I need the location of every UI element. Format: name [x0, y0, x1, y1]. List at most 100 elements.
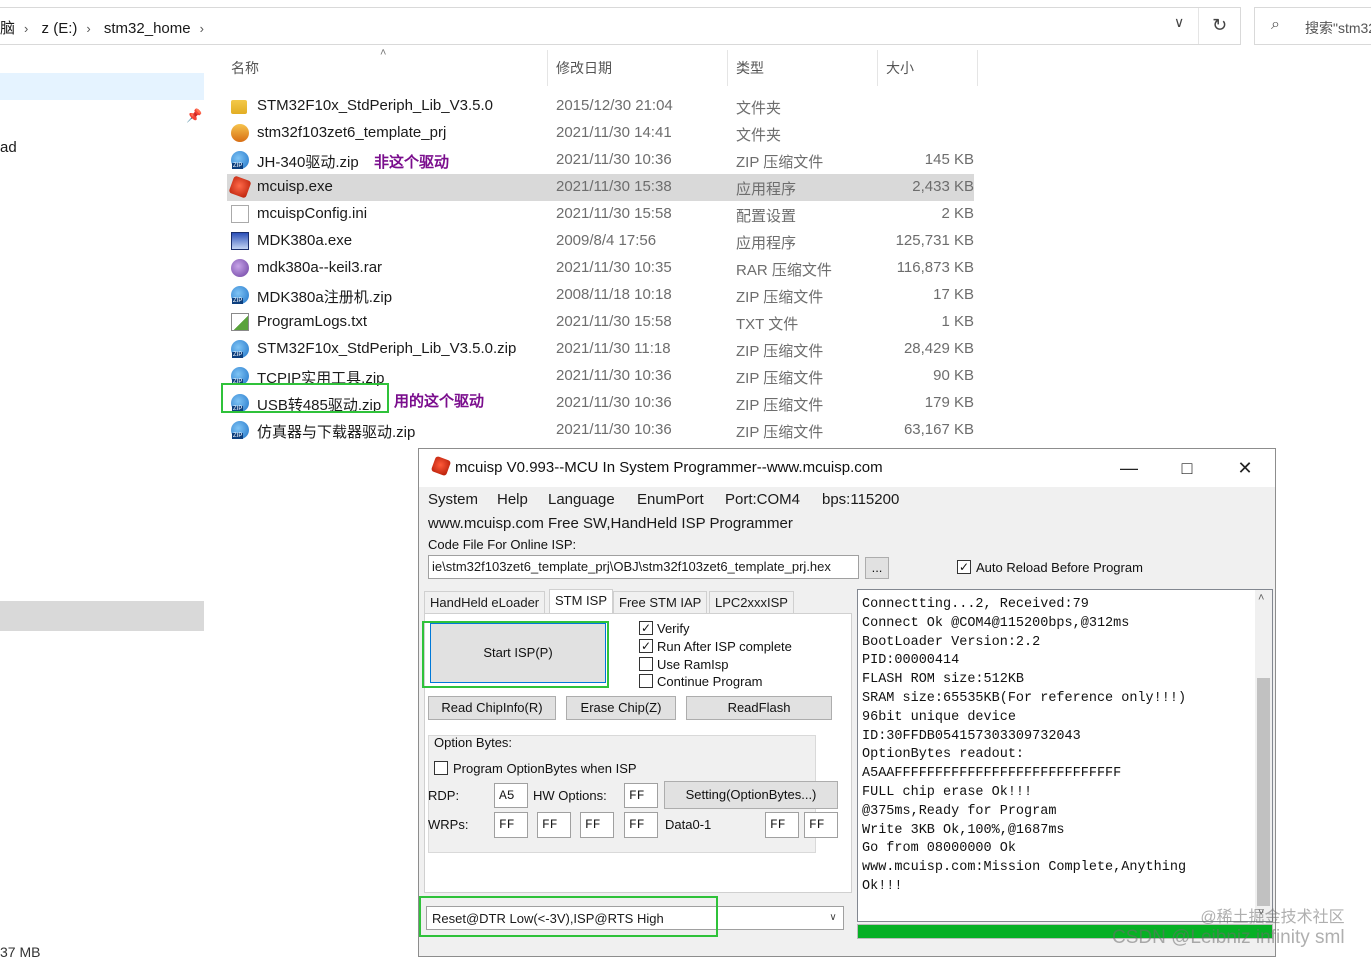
column-header-size[interactable]: 大小 [886, 58, 914, 78]
menu-enumport[interactable]: EnumPort [637, 491, 704, 508]
program-optionbytes-checkbox[interactable] [434, 761, 448, 775]
log-line: Ok!!! [862, 878, 903, 894]
pin-icon[interactable]: 📌 [186, 108, 202, 124]
column-divider[interactable] [727, 50, 728, 86]
breadcrumb-item-drive[interactable]: z (E:) [42, 20, 78, 37]
file-size: 125,731 KB [895, 232, 974, 249]
file-type: ZIP 压缩文件 [736, 289, 824, 306]
menu-port[interactable]: Port:COM4 [725, 491, 800, 508]
data-input[interactable]: FF [804, 812, 838, 838]
chevron-right-icon[interactable]: › [86, 21, 90, 36]
minimize-icon[interactable]: — [1101, 453, 1157, 483]
menu-system[interactable]: System [428, 491, 478, 508]
title-bar[interactable]: mcuisp V0.993--MCU In System Programmer-… [419, 449, 1275, 487]
column-header-name[interactable]: 名称 [231, 58, 259, 78]
program-optionbytes-label: Program OptionBytes when ISP [453, 761, 637, 776]
breadcrumb-item-folder[interactable]: stm32_home [104, 20, 191, 37]
wrp-input[interactable]: FF [624, 812, 658, 838]
file-row[interactable]: JH-340驱动.zip 2021/11/30 10:36 ZIP 压缩文件 1… [227, 147, 974, 174]
column-header-date[interactable]: 修改日期 [556, 58, 612, 78]
hw-options-input[interactable]: FF [624, 783, 658, 808]
nav-item[interactable]: ad [0, 139, 17, 156]
nav-item-selected[interactable] [0, 73, 204, 100]
file-row[interactable]: MDK380a.exe 2009/8/4 17:56 应用程序 125,731 … [227, 228, 974, 255]
scroll-thumb[interactable] [1257, 678, 1270, 906]
continue-program-checkbox[interactable] [639, 674, 653, 688]
annotation-use-this-driver: 用的这个驱动 [394, 393, 485, 410]
data-input[interactable]: FF [765, 812, 799, 838]
log-output[interactable]: Connectting...2, Received:79 Connect Ok @… [857, 589, 1273, 922]
rdp-label: RDP: [428, 788, 460, 803]
chevron-down-icon[interactable]: ∨ [1174, 14, 1184, 31]
file-name: ProgramLogs.txt [257, 313, 368, 330]
wrp-input[interactable]: FF [580, 812, 614, 838]
file-row-selected[interactable]: mcuisp.exe 2021/11/30 15:38 应用程序 2,433 K… [227, 174, 974, 201]
refresh-icon[interactable]: ↻ [1198, 8, 1240, 44]
readflash-button[interactable]: ReadFlash [686, 696, 832, 720]
nav-item-highlight[interactable] [0, 601, 204, 631]
file-size: 90 KB [933, 367, 974, 384]
file-type: ZIP 压缩文件 [736, 154, 824, 171]
column-divider[interactable] [977, 50, 978, 86]
tab-stm-isp[interactable]: STM ISP [549, 589, 614, 613]
close-icon[interactable]: ✕ [1217, 453, 1273, 483]
menu-help[interactable]: Help [497, 491, 528, 508]
tab-lpc2xxxisp[interactable]: LPC2xxxISP [709, 591, 794, 613]
log-line: ID:30FFDB054157303309732043 [862, 728, 1081, 744]
tab-free-stm-iap[interactable]: Free STM IAP [613, 591, 708, 613]
file-row[interactable]: MDK380a注册机.zip 2008/11/18 10:18 ZIP 压缩文件… [227, 282, 974, 309]
file-date: 2021/11/30 10:36 [556, 367, 672, 384]
chevron-down-icon[interactable]: ∨ [823, 907, 843, 929]
auto-reload-checkbox[interactable]: ✓ [957, 560, 971, 574]
wrp-input[interactable]: FF [494, 812, 528, 838]
column-divider[interactable] [547, 50, 548, 86]
file-size: 1 KB [941, 313, 974, 330]
wrp-input[interactable]: FF [537, 812, 571, 838]
log-scrollbar[interactable]: ˄ ˅ [1255, 590, 1272, 921]
maximize-icon[interactable]: □ [1159, 453, 1215, 483]
erase-chip-button[interactable]: Erase Chip(Z) [566, 696, 676, 720]
log-line: SRAM size:65535KB(For reference only!!!) [862, 690, 1187, 706]
file-row[interactable]: stm32f103zet6_template_prj 2021/11/30 14… [227, 120, 974, 147]
use-ramisp-checkbox[interactable] [639, 657, 653, 671]
file-type: ZIP 压缩文件 [736, 397, 824, 414]
read-chipinfo-button[interactable]: Read ChipInfo(R) [428, 696, 556, 720]
verify-checkbox[interactable]: ✓ [639, 621, 653, 635]
code-file-label: Code File For Online ISP: [428, 537, 577, 552]
scroll-up-icon[interactable]: ˄ [1258, 592, 1264, 604]
rdp-input[interactable]: A5 [494, 783, 528, 808]
log-line: OptionBytes readout: [862, 747, 1025, 763]
search-input[interactable]: 搜索"stm32_home" [1305, 18, 1371, 38]
run-after-checkbox[interactable]: ✓ [639, 639, 653, 653]
tab-handheld-eloader[interactable]: HandHeld eLoader [424, 591, 546, 613]
browse-button[interactable]: ... [865, 557, 889, 579]
file-size: 179 KB [924, 394, 974, 411]
breadcrumb: 脑 › z (E:) › stm32_home › [0, 17, 213, 38]
chevron-right-icon[interactable]: › [24, 21, 28, 36]
setting-optionbytes-button[interactable]: Setting(OptionBytes...) [664, 781, 838, 809]
file-size: 63,167 KB [903, 421, 974, 438]
menu-bps[interactable]: bps:115200 [822, 491, 899, 508]
menu-language[interactable]: Language [548, 491, 615, 508]
address-bar[interactable]: 脑 › z (E:) › stm32_home › ∨ ↻ [0, 7, 1241, 45]
column-divider[interactable] [877, 50, 878, 86]
file-type: 配置设置 [736, 208, 797, 225]
file-row[interactable]: STM32F10x_StdPeriph_Lib_V3.5.0 2015/12/3… [227, 93, 974, 120]
log-line: 96bit unique device [862, 709, 1016, 725]
option-bytes-label: Option Bytes: [434, 735, 513, 750]
chevron-right-icon[interactable]: › [200, 21, 204, 36]
wrps-label: WRPs: [428, 817, 469, 832]
breadcrumb-item-pc[interactable]: 脑 [0, 20, 15, 37]
file-row[interactable]: mcuispConfig.ini 2021/11/30 15:58 配置设置 2… [227, 201, 974, 228]
file-date: 2021/11/30 10:36 [556, 394, 672, 411]
column-header-type[interactable]: 类型 [736, 58, 764, 78]
log-line: A5AAFFFFFFFFFFFFFFFFFFFFFFFFFFFF [862, 766, 1122, 782]
file-row[interactable]: ProgramLogs.txt 2021/11/30 15:58 TXT 文件 … [227, 309, 974, 336]
file-name: STM32F10x_StdPeriph_Lib_V3.5.0 [257, 97, 493, 114]
file-row[interactable]: mdk380a--keil3.rar 2021/11/30 10:35 RAR … [227, 255, 974, 282]
code-file-input[interactable]: ie\stm32f103zet6_template_prj\OBJ\stm32f… [428, 555, 859, 579]
file-size: 2 KB [941, 205, 974, 222]
file-row[interactable]: STM32F10x_StdPeriph_Lib_V3.5.0.zip 2021/… [227, 336, 974, 363]
file-row[interactable]: 仿真器与下载器驱动.zip 2021/11/30 10:36 ZIP 压缩文件 … [227, 417, 974, 444]
search-box[interactable]: ⌕ 搜索"stm32_home" [1254, 7, 1371, 45]
